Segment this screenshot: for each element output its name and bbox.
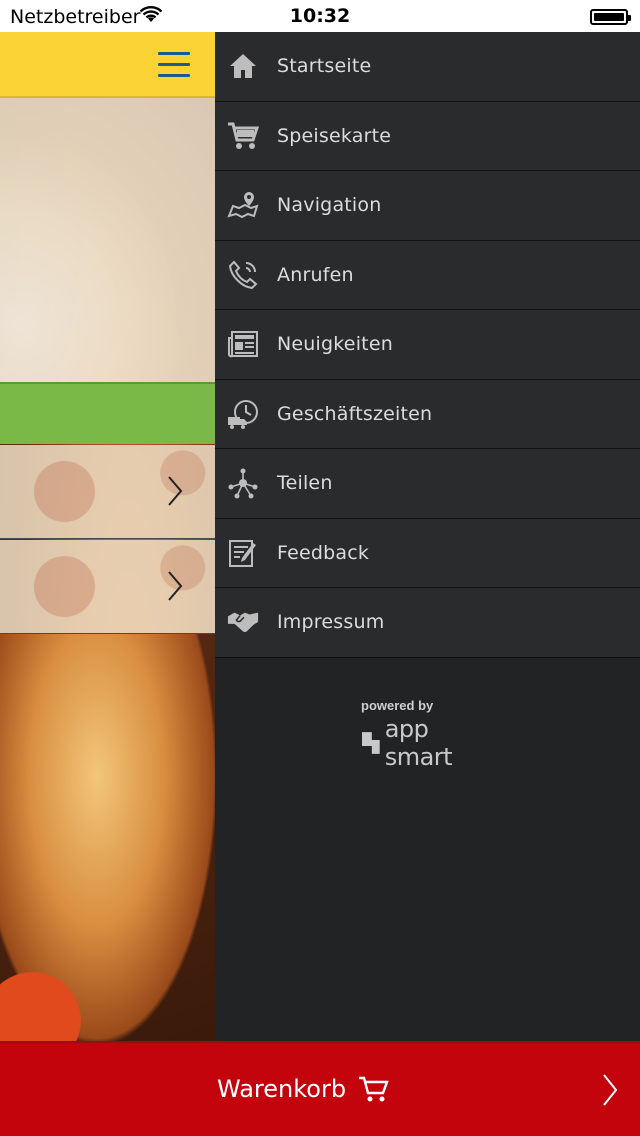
cart-icon: [359, 1076, 389, 1102]
menu-item-label: Startseite: [277, 55, 372, 78]
pizza-image: [0, 634, 215, 1041]
menu-item-geschaeftszeiten[interactable]: Geschäftszeiten: [215, 379, 640, 449]
menu-item-label: Anrufen: [277, 263, 354, 286]
menu-item-neuigkeiten[interactable]: Neuigkeiten: [215, 310, 640, 380]
map-pin-icon: [227, 189, 259, 221]
menu-item-startseite[interactable]: Startseite: [215, 32, 640, 102]
menu-item-impressum[interactable]: Impressum: [215, 588, 640, 658]
brand-name: app smart: [384, 715, 453, 771]
handshake-icon: [227, 606, 259, 638]
cart-button[interactable]: Warenkorb: [0, 1041, 640, 1136]
green-banner[interactable]: [0, 382, 215, 444]
menu-item-label: Impressum: [277, 611, 385, 634]
menu-item-speisekarte[interactable]: Speisekarte: [215, 101, 640, 171]
menu-item-label: Navigation: [277, 194, 382, 217]
chevron-right-icon: [168, 571, 183, 601]
newspaper-icon: [227, 328, 259, 360]
cart-icon: [227, 120, 259, 152]
chevron-right-icon: [603, 1074, 618, 1106]
battery-icon: [590, 9, 631, 25]
powered-by-logo[interactable]: powered by app smart: [361, 698, 501, 771]
feedback-icon: [227, 537, 259, 569]
side-menu: Startseite Speisekarte Navigation Anrufe…: [215, 32, 640, 1041]
brand: app smart: [361, 715, 501, 771]
appsmart-logo-icon: [361, 732, 380, 754]
menu-item-anrufen[interactable]: Anrufen: [215, 240, 640, 310]
powered-by-label: powered by: [361, 698, 434, 713]
list-item[interactable]: [0, 445, 215, 539]
list-item[interactable]: [0, 540, 215, 634]
menu-item-label: Geschäftszeiten: [277, 402, 433, 425]
hamburger-menu-icon[interactable]: [158, 52, 190, 78]
cart-label: Warenkorb: [217, 1075, 347, 1103]
clock-truck-icon: [227, 398, 259, 430]
status-bar: Netzbetreiber 10:32: [0, 0, 640, 32]
menu-item-label: Teilen: [277, 472, 333, 495]
phone-icon: [227, 259, 259, 291]
menu-item-label: Feedback: [277, 541, 370, 564]
home-icon: [227, 50, 259, 82]
menu-item-label: Neuigkeiten: [277, 333, 393, 356]
app-content: [0, 32, 215, 1041]
share-icon: [227, 467, 259, 499]
menu-item-label: Speisekarte: [277, 124, 392, 147]
clock: 10:32: [289, 5, 351, 27]
chevron-right-icon: [168, 476, 183, 506]
menu-item-navigation[interactable]: Navigation: [215, 171, 640, 241]
hero-image: [0, 98, 215, 382]
app-header: [0, 32, 215, 98]
menu-item-teilen[interactable]: Teilen: [215, 449, 640, 519]
menu-item-feedback[interactable]: Feedback: [215, 518, 640, 588]
